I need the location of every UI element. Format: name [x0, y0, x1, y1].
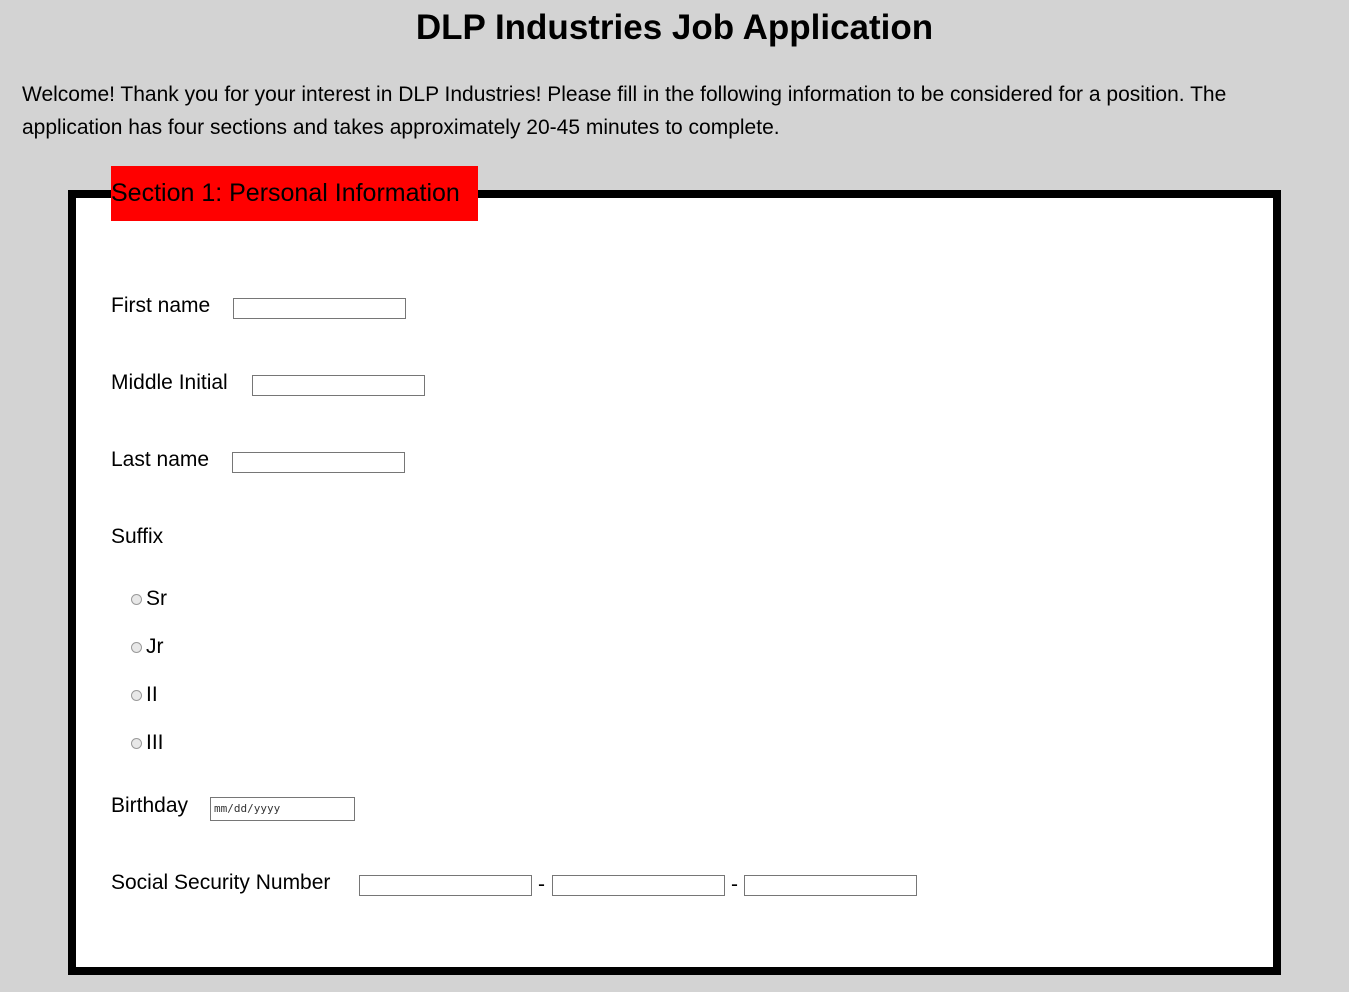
- suffix-option-iii[interactable]: III: [131, 731, 164, 755]
- ssn-separator: -: [731, 873, 738, 896]
- intro-text: Welcome! Thank you for your interest in …: [22, 83, 1227, 139]
- page-title: DLP Industries Job Application: [415, 8, 934, 47]
- radio-button[interactable]: [131, 689, 142, 701]
- section-legend: Section 1: Personal Information: [111, 166, 478, 221]
- first-name-input[interactable]: [233, 298, 406, 319]
- suffix-option-label: II: [146, 683, 158, 706]
- ssn-part-2-input[interactable]: [552, 875, 725, 896]
- middle-initial-input[interactable]: [252, 375, 425, 396]
- suffix-option-label: Jr: [146, 635, 164, 658]
- ssn-part-1-input[interactable]: [359, 875, 532, 896]
- radio-button[interactable]: [131, 593, 142, 605]
- radio-button[interactable]: [131, 641, 142, 653]
- ssn-label: Social Security Number: [111, 871, 331, 894]
- first-name-label: First name: [111, 294, 211, 317]
- birthday-date-input[interactable]: mm/dd/yyyy: [210, 797, 355, 821]
- radio-button[interactable]: [131, 737, 142, 749]
- last-name-input[interactable]: [232, 452, 405, 473]
- suffix-label: Suffix: [111, 525, 164, 548]
- suffix-option-jr[interactable]: Jr: [131, 635, 164, 659]
- birthday-label: Birthday: [111, 794, 189, 817]
- suffix-option-label: Sr: [146, 587, 167, 610]
- ssn-part-3-input[interactable]: [744, 875, 917, 896]
- suffix-option-label: III: [146, 731, 164, 754]
- last-name-label: Last name: [111, 448, 210, 471]
- suffix-option-sr[interactable]: Sr: [131, 587, 167, 611]
- ssn-separator: -: [538, 873, 545, 896]
- suffix-option-ii[interactable]: II: [131, 683, 158, 707]
- middle-initial-label: Middle Initial: [111, 371, 228, 394]
